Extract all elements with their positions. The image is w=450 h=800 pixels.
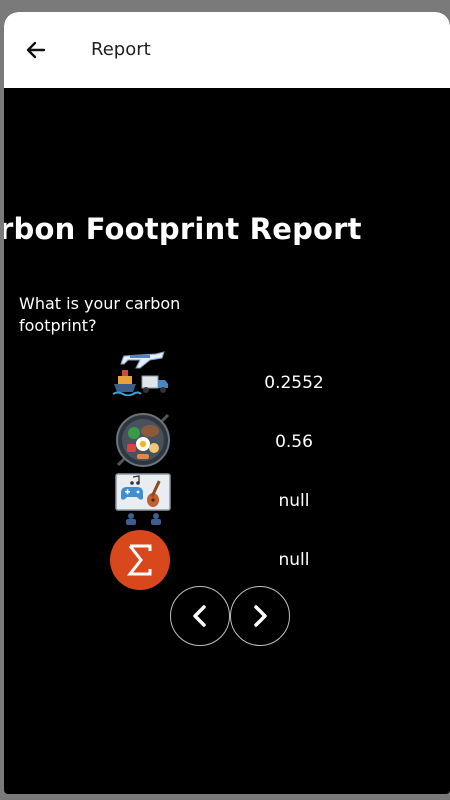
app-bar: Report bbox=[4, 12, 450, 88]
page-title: Report bbox=[91, 39, 151, 60]
app-window: Report rbon Footprint Report What is you… bbox=[4, 12, 450, 794]
food-icon bbox=[114, 411, 172, 469]
chevron-left-icon bbox=[193, 605, 206, 627]
entertainment-icon bbox=[113, 471, 173, 527]
chevron-right-icon bbox=[254, 605, 267, 627]
transport-icon bbox=[110, 340, 172, 397]
report-content: rbon Footprint Report What is your carbo… bbox=[4, 88, 450, 794]
transport-value: 0.2552 bbox=[264, 373, 324, 393]
question-text: What is your carbon footprint? bbox=[19, 294, 181, 335]
next-button[interactable] bbox=[230, 586, 290, 646]
total-value: null bbox=[278, 550, 310, 570]
previous-button[interactable] bbox=[170, 586, 230, 646]
food-value: 0.56 bbox=[275, 432, 313, 452]
report-title: rbon Footprint Report bbox=[4, 212, 362, 246]
arrow-left-icon bbox=[26, 41, 46, 59]
sum-icon bbox=[109, 529, 171, 591]
entertainment-value: null bbox=[278, 491, 310, 511]
back-button[interactable] bbox=[22, 36, 50, 64]
